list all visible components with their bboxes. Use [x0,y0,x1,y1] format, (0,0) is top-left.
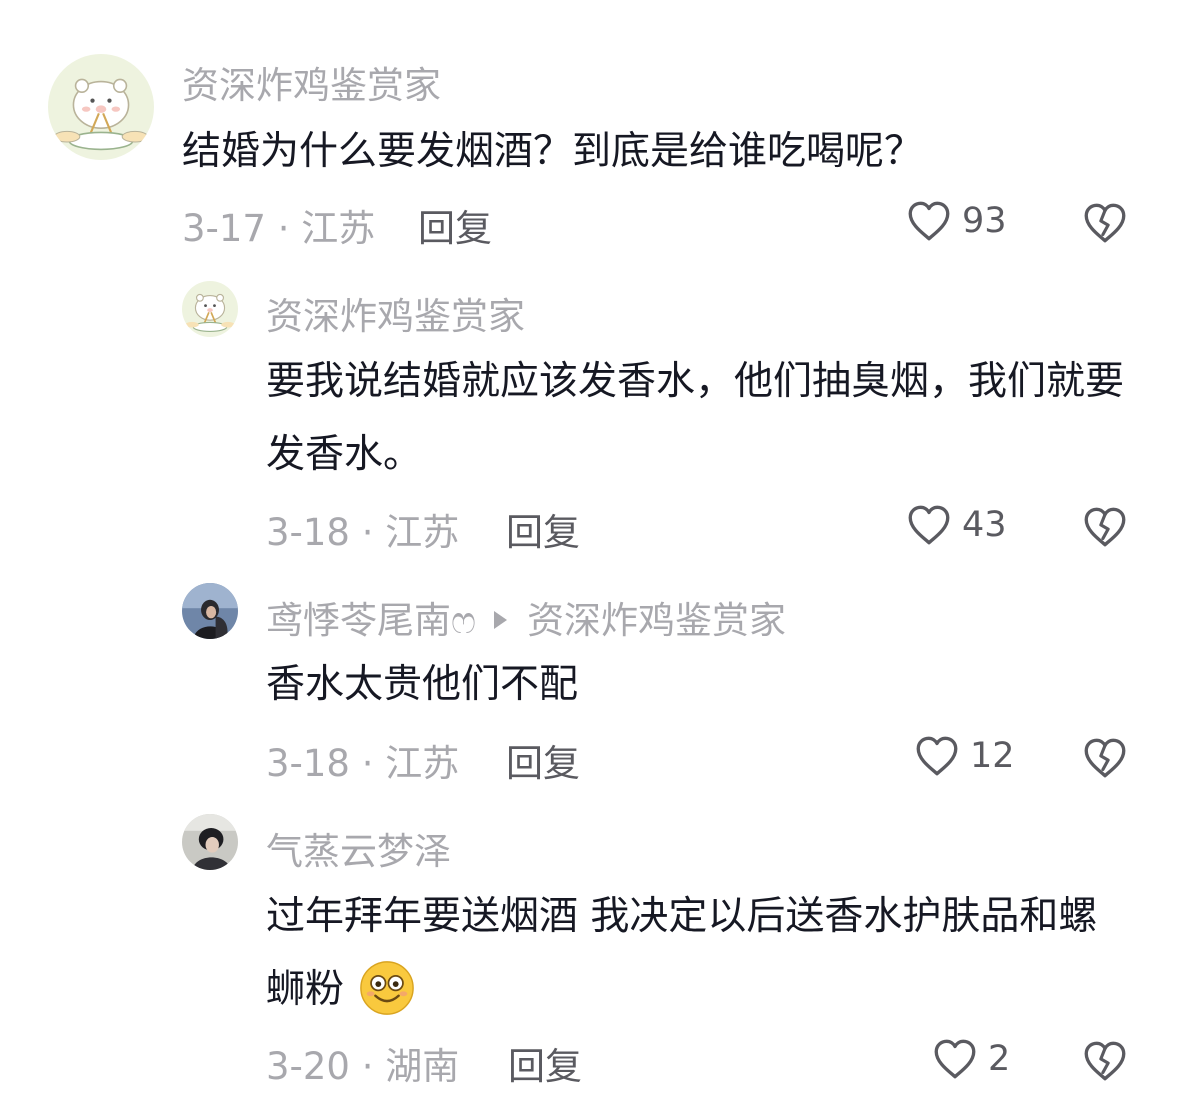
avatar-pig-noodles[interactable] [48,54,154,160]
like-count: 43 [962,505,1007,545]
comment-username[interactable]: 鸢悸苓尾南ෆ [266,599,476,642]
heart-outline-icon [934,1039,976,1079]
comment-text: 结婚为什么要发烟酒？到底是给谁吃喝呢？ [182,129,924,174]
comment-date-location: 3-18 · 江苏 [266,742,460,785]
avatar-photo[interactable] [182,814,238,870]
heart-outline-icon [908,201,950,241]
broken-heart-icon [1084,738,1126,778]
comment-username[interactable]: 资深炸鸡鉴赏家 [182,55,441,109]
comment-text: 要我说结婚就应该发香水，他们抽臭烟，我们就要发香水。 [266,359,1125,477]
heart-outline-icon [908,505,950,545]
dislike-button[interactable] [1080,1036,1130,1090]
like-button[interactable]: 43 [904,500,1007,550]
avatar-photo[interactable] [182,583,238,639]
reply-arrow-icon [494,610,508,629]
comment-username[interactable]: 资深炸鸡鉴赏家 [266,286,525,340]
comment-text: 过年拜年要送烟酒 我决定以后送香水护肤品和螺蛳粉 [266,880,1126,1026]
like-count: 12 [970,736,1015,776]
broken-heart-icon [1084,507,1126,547]
like-button[interactable]: 12 [912,731,1015,781]
broken-heart-icon [1084,203,1126,243]
like-count: 93 [962,201,1007,241]
comment-username-row: 鸢悸苓尾南ෆ 资深炸鸡鉴赏家 [266,590,786,644]
reply-to-username[interactable]: 资深炸鸡鉴赏家 [527,599,786,642]
reply-button[interactable]: 回复 [508,1036,582,1090]
dislike-button[interactable] [1080,502,1130,556]
comment-username[interactable]: 气蒸云梦泽 [266,821,451,875]
like-button[interactable]: 2 [930,1034,1010,1084]
reply-button[interactable]: 回复 [418,198,492,252]
reply-button[interactable]: 回复 [506,733,580,787]
reply-button[interactable]: 回复 [506,502,580,556]
avatar-pig-noodles[interactable] [182,281,238,337]
like-count: 2 [988,1039,1011,1079]
comment-date-location: 3-17 · 江苏 [182,207,376,250]
comment-date-location: 3-20 · 湖南 [266,1045,460,1088]
dislike-button[interactable] [1080,733,1130,787]
heart-outline-icon [916,736,958,776]
comment-text: 香水太贵他们不配 [266,662,579,707]
broken-heart-icon [1084,1041,1126,1081]
like-button[interactable]: 93 [904,196,1007,246]
smile-emoji-icon [358,959,416,1017]
dislike-button[interactable] [1080,198,1130,252]
comment-date-location: 3-18 · 江苏 [266,511,460,554]
